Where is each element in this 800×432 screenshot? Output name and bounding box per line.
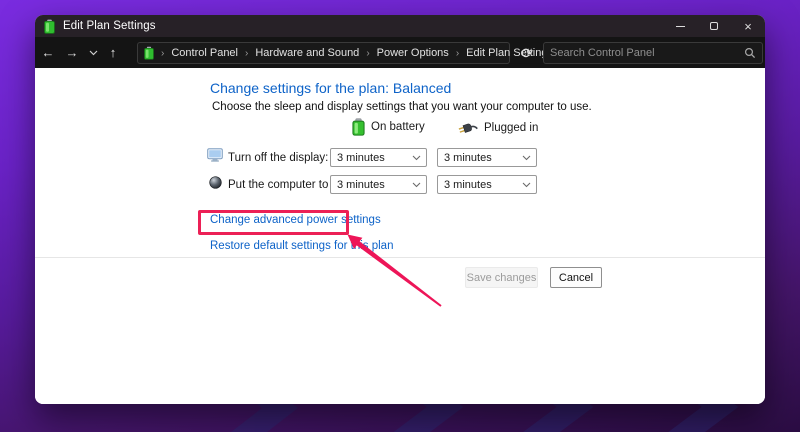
breadcrumb-item-power-options[interactable]: Power Options (377, 47, 449, 59)
close-button[interactable]: × (731, 15, 765, 37)
search-input[interactable] (550, 47, 744, 59)
navigation-toolbar: ← → ↑ › Control Panel › Hardware and Sou… (35, 37, 765, 68)
column-header-on-battery: On battery (352, 118, 425, 136)
titlebar: Edit Plan Settings × (35, 15, 765, 37)
row-label-turn-off-display: Turn off the display: (228, 152, 328, 164)
breadcrumb: › Control Panel › Hardware and Sound › P… (161, 47, 553, 59)
dropdown-value: 3 minutes (444, 152, 492, 164)
breadcrumb-separator: › (456, 48, 459, 59)
maximize-button[interactable] (697, 15, 731, 37)
sleep-icon (209, 176, 222, 189)
footer-divider (35, 257, 765, 258)
battery-app-icon (44, 19, 55, 34)
breadcrumb-separator: › (245, 48, 248, 59)
plug-icon (458, 121, 478, 134)
dropdown-display-on-battery[interactable]: 3 minutes (330, 148, 427, 167)
main-content: Change settings for the plan: Balanced C… (35, 68, 765, 404)
maximize-icon (710, 22, 718, 30)
chevron-down-icon (412, 182, 421, 188)
cancel-button[interactable]: Cancel (550, 267, 602, 288)
dropdown-value: 3 minutes (444, 179, 492, 191)
minimize-button[interactable] (663, 15, 697, 37)
battery-icon (352, 118, 365, 136)
edit-plan-settings-window: Edit Plan Settings × ← → ↑ › Control (35, 15, 765, 404)
breadcrumb-separator: › (161, 48, 164, 59)
back-icon[interactable]: ← (38, 37, 58, 68)
column-header-plugged-in: Plugged in (458, 121, 538, 134)
recent-pages-chevron-icon[interactable] (83, 37, 103, 68)
refresh-icon[interactable]: ⟳ (515, 42, 539, 64)
page-title: Change settings for the plan: Balanced (210, 80, 451, 96)
address-bar[interactable]: › Control Panel › Hardware and Sound › P… (137, 42, 510, 64)
battery-breadcrumb-icon (144, 46, 154, 60)
chevron-down-icon (412, 155, 421, 161)
window-title: Edit Plan Settings (63, 20, 156, 32)
save-changes-button[interactable]: Save changes (465, 267, 538, 288)
dropdown-sleep-on-battery[interactable]: 3 minutes (330, 175, 427, 194)
dropdown-sleep-plugged-in[interactable]: 3 minutes (437, 175, 537, 194)
dropdown-value: 3 minutes (337, 152, 385, 164)
breadcrumb-item-control-panel[interactable]: Control Panel (171, 47, 238, 59)
restore-default-settings-link[interactable]: Restore default settings for this plan (210, 240, 393, 252)
minimize-icon (676, 26, 685, 27)
column-label: Plugged in (484, 122, 538, 134)
up-icon[interactable]: ↑ (103, 37, 123, 68)
column-label: On battery (371, 121, 425, 133)
breadcrumb-separator: › (366, 48, 369, 59)
change-advanced-power-settings-link[interactable]: Change advanced power settings (210, 214, 381, 226)
search-icon (744, 47, 756, 59)
chevron-down-icon (522, 182, 531, 188)
breadcrumb-item-edit-plan-settings[interactable]: Edit Plan Settings (466, 47, 553, 59)
forward-icon[interactable]: → (62, 37, 82, 68)
breadcrumb-item-hardware-and-sound[interactable]: Hardware and Sound (255, 47, 359, 59)
dropdown-value: 3 minutes (337, 179, 385, 191)
search-box[interactable] (543, 42, 763, 64)
chevron-down-icon (522, 155, 531, 161)
dropdown-display-plugged-in[interactable]: 3 minutes (437, 148, 537, 167)
display-icon (207, 148, 223, 162)
page-subtitle: Choose the sleep and display settings th… (212, 101, 592, 113)
